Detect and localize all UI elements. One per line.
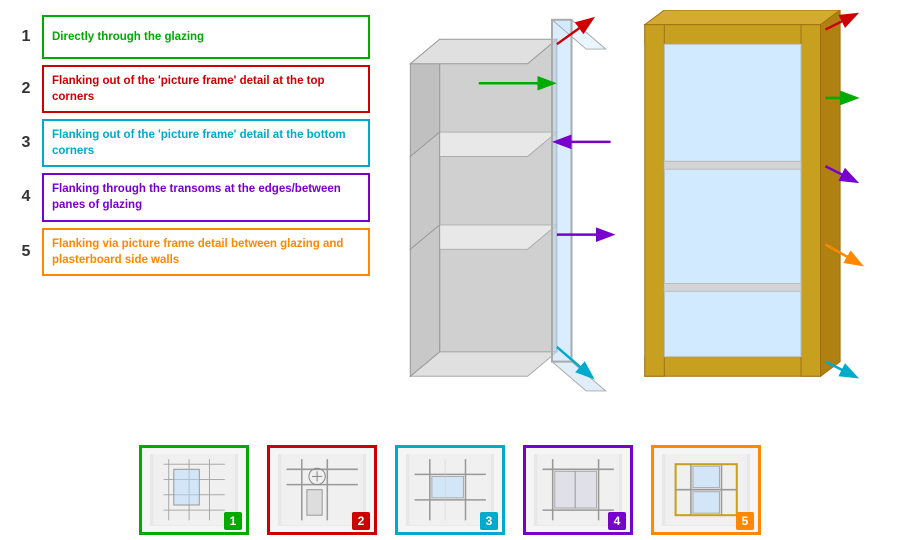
legend-number-2: 2 (10, 65, 42, 113)
thumbnail-badge-4: 4 (608, 512, 626, 530)
architectural-diagram (380, 10, 890, 430)
legend-box-2: Flanking out of the 'picture frame' deta… (42, 65, 370, 113)
legend-item-1: 1 Directly through the glazing (10, 15, 370, 59)
legend-item-3: 3 Flanking out of the 'picture frame' de… (10, 119, 370, 167)
main-container: 1 Directly through the glazing 2 Flankin… (0, 0, 900, 440)
legend-item-4: 4 Flanking through the transoms at the e… (10, 173, 370, 221)
legend-item-5: 5 Flanking via picture frame detail betw… (10, 228, 370, 276)
thumbnail-badge-5: 5 (736, 512, 754, 530)
thumbnail-badge-1: 1 (224, 512, 242, 530)
right-diagram (645, 10, 860, 376)
legend-number-1: 1 (10, 15, 42, 59)
legend-box-5: Flanking via picture frame detail betwee… (42, 228, 370, 276)
legend-box-4: Flanking through the transoms at the edg… (42, 173, 370, 221)
thumbnail-1: 1 (139, 445, 249, 535)
legend-item-2: 2 Flanking out of the 'picture frame' de… (10, 65, 370, 113)
thumbnail-3: 3 (395, 445, 505, 535)
legend-number-5: 5 (10, 228, 42, 276)
thumbnail-5: 5 (651, 445, 761, 535)
legend-panel: 1 Directly through the glazing 2 Flankin… (10, 10, 370, 430)
legend-number-4: 4 (10, 173, 42, 221)
legend-number-3: 3 (10, 119, 42, 167)
thumbnail-badge-2: 2 (352, 512, 370, 530)
legend-box-3: Flanking out of the 'picture frame' deta… (42, 119, 370, 167)
legend-box-1: Directly through the glazing (42, 15, 370, 59)
diagram-area (380, 10, 890, 430)
thumbnail-badge-3: 3 (480, 512, 498, 530)
thumbnail-4: 4 (523, 445, 633, 535)
thumbnails-row: 1 2 (0, 440, 900, 540)
thumbnail-2: 2 (267, 445, 377, 535)
left-diagram (410, 20, 610, 391)
